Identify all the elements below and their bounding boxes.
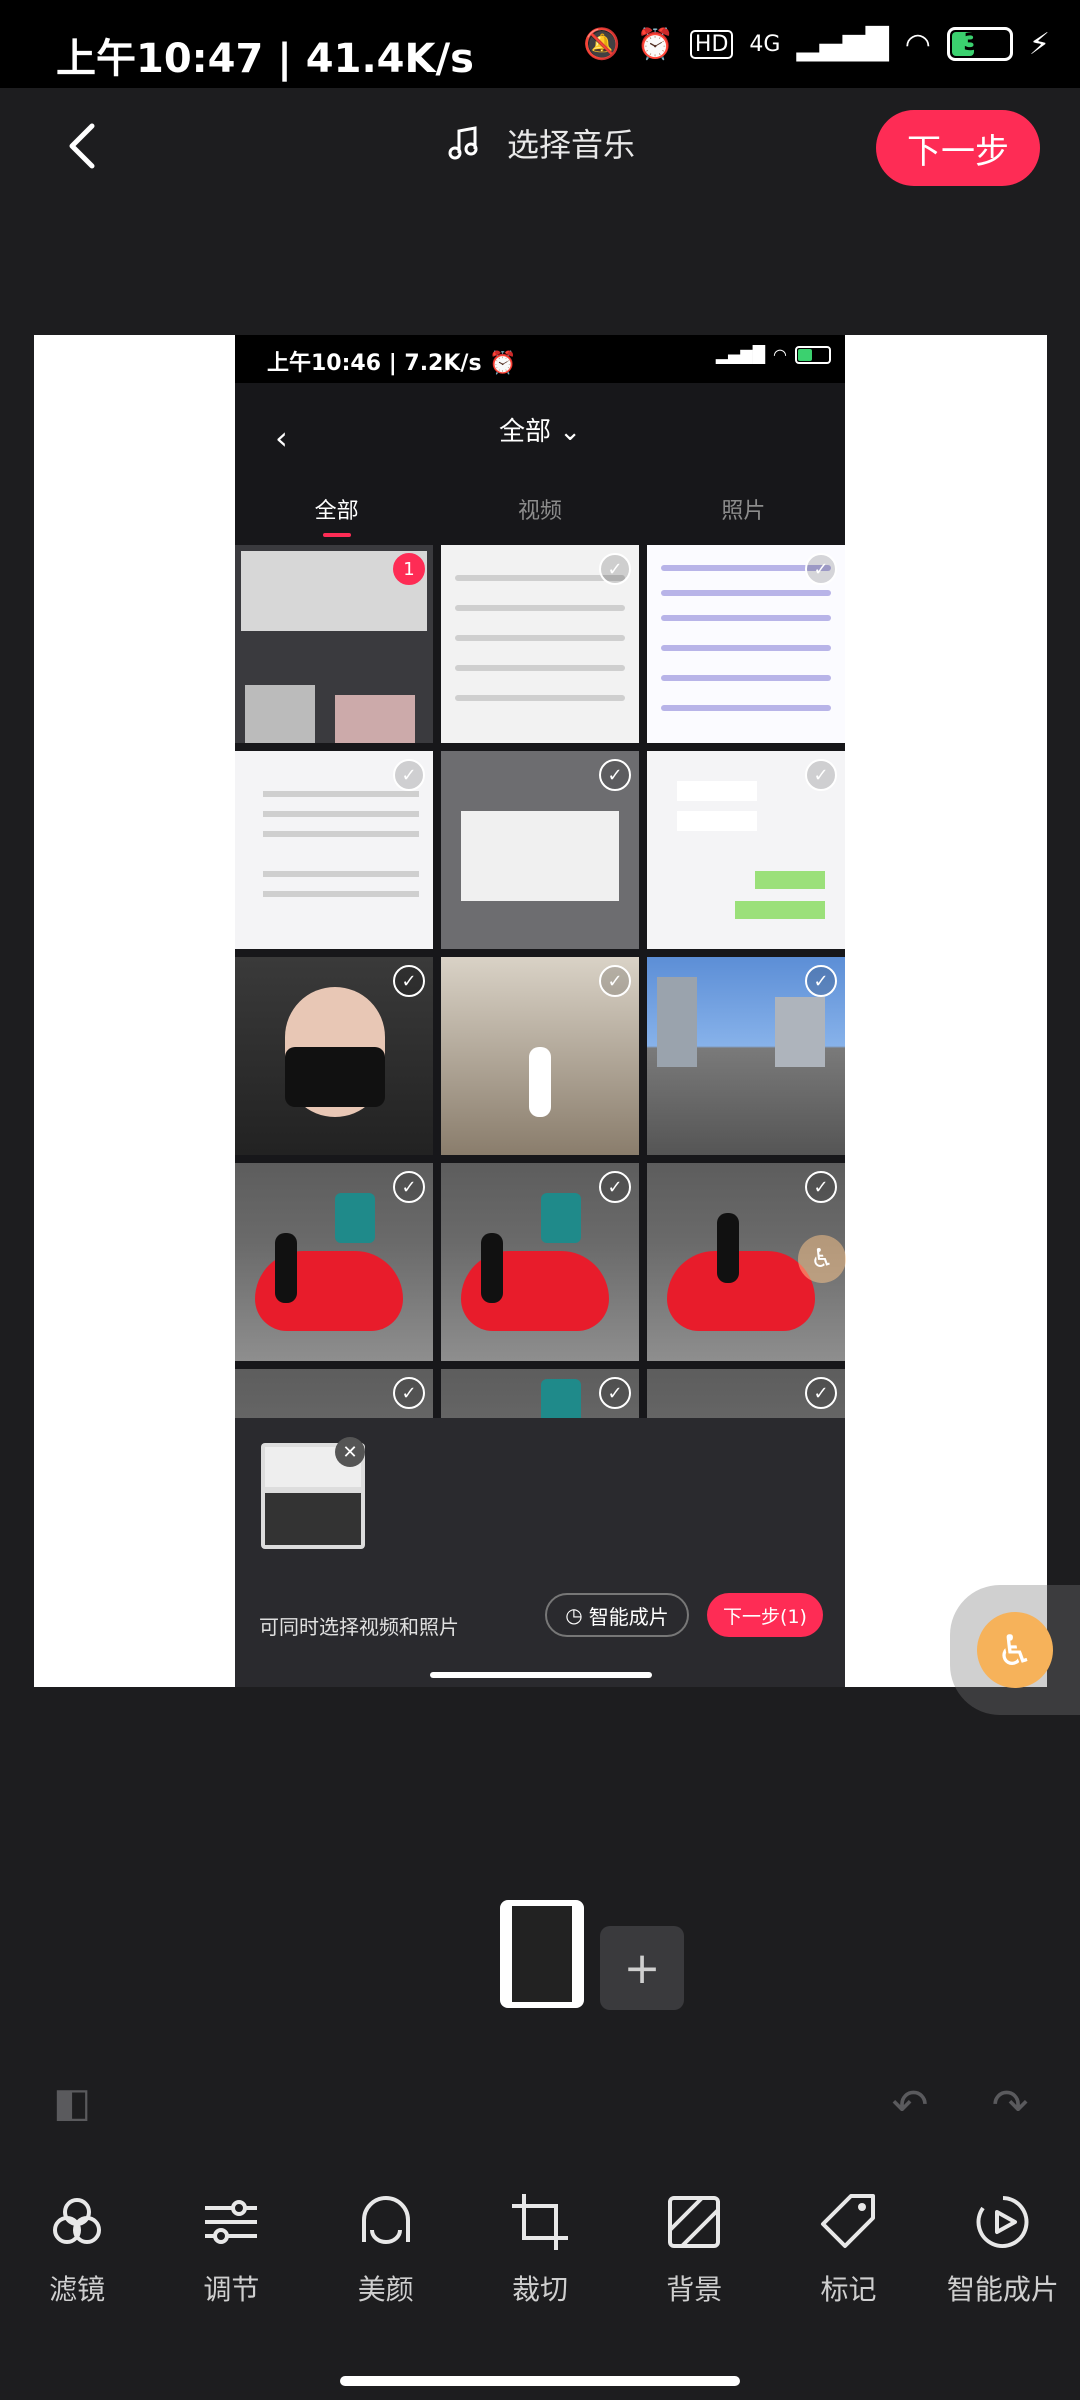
status-icons: 🔕 ⏰ HD 4G ▂▄▆█ ◠ 39 ⚡: [583, 26, 1050, 62]
grid-item: ✓: [235, 1163, 433, 1361]
adjust-icon: [205, 2200, 258, 2244]
add-clip-button[interactable]: +: [600, 1926, 684, 2010]
alarm-icon: ⏰: [636, 26, 674, 62]
preview-smart-film-button: ◷ 智能成片: [545, 1593, 689, 1637]
status-bar: 上午10:47 | 41.4K/s 🔕 ⏰ HD 4G ▂▄▆█ ◠ 39 ⚡: [0, 0, 1080, 88]
check-icon: ✓: [599, 553, 631, 585]
preview-status-bar: 上午10:46 | 7.2K/s ⏰ ▂▄▆█ ◠: [235, 335, 845, 383]
status-time: 上午10:47 | 41.4K/s: [56, 36, 474, 82]
page-title: 选择音乐: [506, 126, 635, 164]
preview-status-icons: ▂▄▆█ ◠: [716, 345, 831, 364]
check-icon: ✓: [805, 759, 837, 791]
preview-tab-photo: 照片: [721, 499, 766, 524]
check-icon: ✓: [599, 965, 631, 997]
preview-album-title: 全部 ⌄: [498, 417, 582, 447]
grid-item: ✓: [647, 957, 845, 1155]
grid-item: ✓: [235, 751, 433, 949]
redo-icon[interactable]: ↷: [980, 2075, 1040, 2135]
crop-icon: [511, 2194, 568, 2250]
grid-item: ✓: [441, 957, 639, 1155]
tool-adjust[interactable]: 调节: [156, 2190, 306, 2330]
wifi-icon: ◠: [904, 26, 931, 62]
mute-icon: 🔕: [583, 26, 621, 62]
battery-icon: 39: [946, 27, 1013, 61]
background-icon: [668, 2196, 721, 2248]
home-indicator[interactable]: [340, 2376, 740, 2386]
clip-thumbnail[interactable]: [500, 1900, 584, 2008]
check-icon: ✓: [599, 1377, 631, 1409]
grid-item: ✓: [441, 1163, 639, 1361]
tool-smart-film[interactable]: 智能成片: [928, 2190, 1078, 2330]
compare-icon[interactable]: ◧: [44, 2075, 100, 2131]
network-icon: 4G: [749, 31, 781, 57]
preview-status-time: 上午10:46 | 7.2K/s ⏰: [267, 351, 517, 376]
next-step-button[interactable]: 下一步: [876, 110, 1040, 186]
check-icon: ✓: [805, 1377, 837, 1409]
check-icon: ✓: [393, 965, 425, 997]
preview-chevron-down-icon: ⌄: [559, 417, 582, 447]
preview-tabs: 全部 视频 照片: [235, 493, 845, 537]
preview-accessibility-icon: ♿: [798, 1235, 846, 1283]
preview-tab-all: 全部: [315, 493, 359, 537]
accessibility-button[interactable]: ♿: [977, 1612, 1053, 1688]
check-icon: ✓: [805, 553, 837, 585]
undo-icon[interactable]: ↶: [880, 2075, 940, 2135]
plus-icon: +: [623, 1942, 661, 1994]
preview-header: ‹ 全部 ⌄ 全部 视频 照片: [235, 383, 845, 553]
grid-item: ✓: [441, 545, 639, 743]
grid-item: 1: [235, 545, 433, 743]
check-icon: ✓: [805, 1171, 837, 1203]
preview-hint-text: 可同时选择视频和照片: [259, 1615, 459, 1639]
check-icon: ✓: [393, 759, 425, 791]
hd-icon: HD: [689, 29, 734, 59]
tool-background[interactable]: 背景: [619, 2190, 769, 2330]
tool-crop[interactable]: 裁切: [465, 2190, 615, 2330]
preview-media-grid: 1 ✓ ✓ ✓ ✓ ✓ ✓ ✓ ✓ ✓ ✓ ✓ ✓ ✓ ✓: [235, 545, 845, 1567]
preview-smart-film-icon: ◷: [565, 1603, 583, 1627]
selected-badge: 1: [393, 553, 425, 585]
check-icon: ✓: [599, 759, 631, 791]
grid-item: ✓: [647, 545, 845, 743]
preview-home-indicator: [430, 1672, 652, 1678]
grid-item: ✓: [235, 957, 433, 1155]
tag-icon: [820, 2194, 875, 2248]
music-note-icon: [448, 126, 478, 160]
preview-canvas[interactable]: 上午10:46 | 7.2K/s ⏰ ▂▄▆█ ◠ ‹ 全部 ⌄ 全部 视频 照片: [34, 335, 1047, 1687]
accessibility-icon: ♿: [996, 1625, 1034, 1675]
preview-remove-icon: ✕: [335, 1437, 365, 1467]
edit-toolbar: 滤镜 调节 美颜 裁切 背景 标记 智能成片: [0, 2190, 1080, 2330]
preview-next-button: 下一步(1): [707, 1593, 823, 1637]
grid-item: ✓: [441, 751, 639, 949]
tool-tag[interactable]: 标记: [774, 2190, 924, 2330]
grid-item: ✓: [647, 751, 845, 949]
tool-filter[interactable]: 滤镜: [2, 2190, 152, 2330]
signal-icon: ▂▄▆█: [796, 26, 889, 62]
check-icon: ✓: [805, 965, 837, 997]
beauty-icon: [361, 2196, 410, 2244]
check-icon: ✓: [393, 1171, 425, 1203]
screenshot-preview: 上午10:46 | 7.2K/s ⏰ ▂▄▆█ ◠ ‹ 全部 ⌄ 全部 视频 照片: [235, 335, 846, 1687]
preview-battery-icon: [795, 345, 831, 364]
check-icon: ✓: [599, 1171, 631, 1203]
charging-icon: ⚡: [1028, 26, 1050, 62]
smart-film-icon: [976, 2196, 1029, 2248]
preview-tab-video: 视频: [517, 499, 562, 524]
filter-icon: [53, 2198, 102, 2244]
check-icon: ✓: [393, 1377, 425, 1409]
tool-beauty[interactable]: 美颜: [311, 2190, 461, 2330]
